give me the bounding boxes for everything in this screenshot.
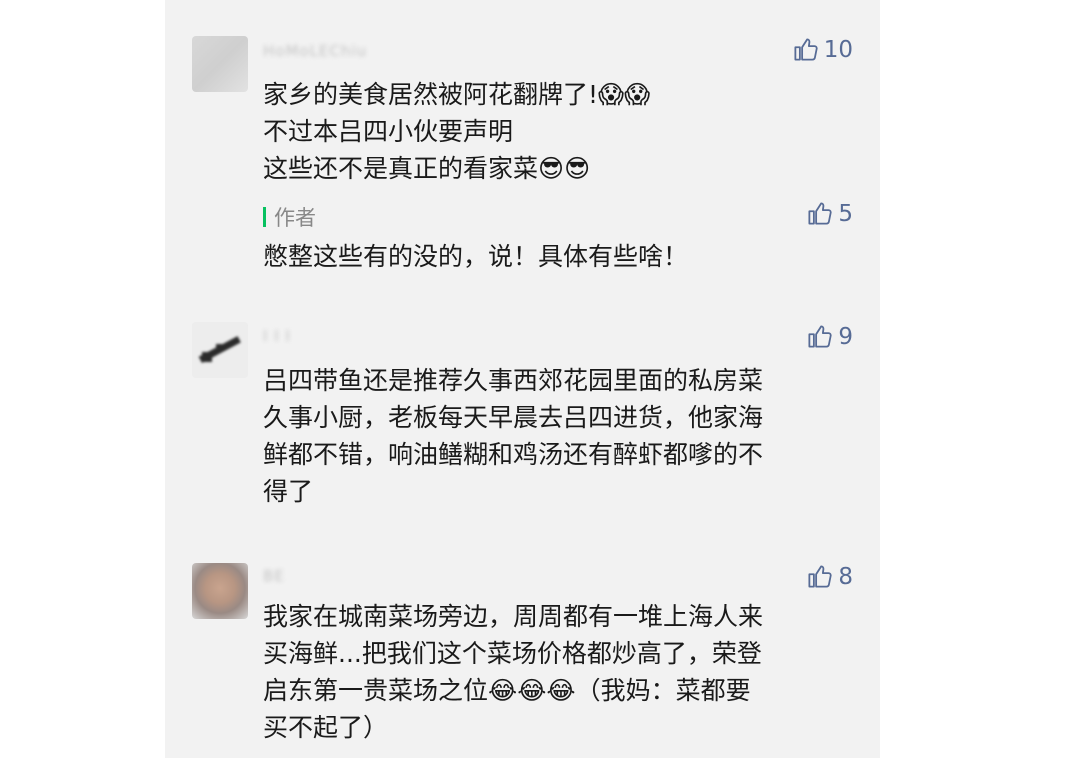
comment-line: 启东第一贵菜场之位😂😂😂（我妈：菜都要	[263, 676, 751, 705]
like-button[interactable]: 10	[792, 36, 853, 63]
commenter-name[interactable]: HoMoLEChiu	[263, 42, 367, 60]
comment-line: 吕四带鱼还是推荐久事西郊花园里面的私房菜	[263, 366, 764, 395]
comment-line: 鲜都不错，响油鳝糊和鸡汤还有醉虾都嗲的不	[263, 440, 764, 469]
avatar[interactable]	[192, 563, 248, 619]
thumbs-up-icon	[808, 565, 833, 588]
comment-line: 我家在城南菜场旁边，周周都有一堆上海人来	[263, 602, 764, 631]
commenter-name[interactable]: I I I	[263, 327, 291, 345]
thumbs-up-icon	[808, 325, 833, 348]
like-count: 10	[823, 36, 853, 63]
avatar[interactable]	[192, 322, 248, 378]
avatar-image	[192, 322, 248, 378]
thumbs-up-icon	[794, 38, 818, 61]
like-count: 9	[838, 323, 853, 350]
comment-text: 我家在城南菜场旁边，周周都有一堆上海人来 买海鲜...把我们这个菜场价格都炒高了…	[263, 598, 853, 746]
author-label: 作者	[274, 206, 316, 230]
author-reply-text: 憋整这些有的没的，说！具体有些啥！	[263, 242, 689, 271]
comment-line: 家乡的美食居然被阿花翻牌了!😱😱	[263, 80, 651, 109]
comment-panel: HoMoLEChiu 10 家乡的美食居然被阿花翻牌了!😱😱 不过本吕四小伙要声…	[165, 0, 880, 758]
comment-text: 吕四带鱼还是推荐久事西郊花园里面的私房菜 久事小厨，老板每天早晨去吕四进货，他家…	[263, 362, 853, 510]
comment-line: 不过本吕四小伙要声明	[263, 117, 514, 146]
comment-text: 家乡的美食居然被阿花翻牌了!😱😱 不过本吕四小伙要声明 这些还不是真正的看家菜😎…	[263, 76, 853, 187]
comment-line: 久事小厨，老板每天早晨去吕四进货，他家海	[263, 403, 764, 432]
comment-line: 买不起了）	[263, 713, 389, 742]
author-indicator-bar	[263, 207, 266, 227]
like-button[interactable]: 8	[806, 563, 853, 590]
avatar[interactable]	[192, 36, 248, 92]
comment-line: 得了	[263, 477, 314, 506]
author-reply-tag: 作者	[263, 202, 316, 232]
like-button[interactable]: 9	[806, 323, 853, 350]
reply-like-button[interactable]: 5	[806, 200, 853, 227]
commenter-name[interactable]: BE	[263, 567, 285, 585]
like-count: 8	[838, 563, 853, 590]
comment-line: 这些还不是真正的看家菜😎😎	[263, 154, 591, 183]
like-count: 5	[838, 200, 853, 227]
thumbs-up-icon	[808, 202, 833, 225]
comment-line: 买海鲜...把我们这个菜场价格都炒高了，荣登	[263, 639, 762, 668]
